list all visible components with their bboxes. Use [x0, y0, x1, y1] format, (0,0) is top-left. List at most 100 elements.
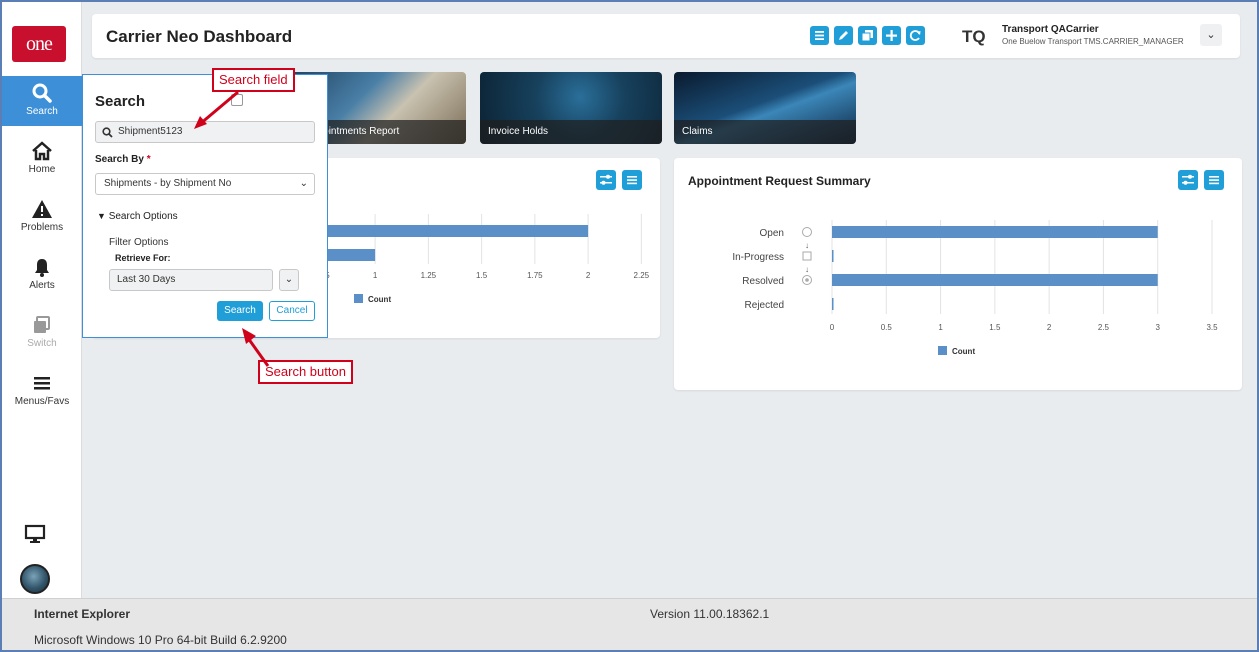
tile-caption: Claims — [674, 120, 856, 144]
tile-invoice-holds[interactable]: Invoice Holds — [480, 72, 662, 144]
chevron-down-icon: ⌄ — [284, 274, 294, 285]
nav-item-label: Search — [26, 106, 58, 117]
nav-item-switch[interactable]: Switch — [2, 308, 82, 358]
copy-icon — [861, 30, 873, 42]
tile-caption: Invoice Holds — [480, 120, 662, 144]
search-icon — [102, 127, 113, 138]
search-input-value: Shipment5123 — [118, 126, 183, 137]
status-bar: Internet Explorer Version 11.00.18362.1 … — [2, 598, 1257, 650]
nav-item-home[interactable]: Home — [2, 134, 82, 184]
filter-options-label: Filter Options — [109, 237, 169, 248]
required-mark: * — [146, 154, 151, 165]
nav-item-label: Menus/Favs — [14, 396, 70, 407]
list-icon — [815, 31, 824, 40]
category-label: Open — [760, 228, 784, 239]
refresh-button[interactable] — [906, 26, 925, 45]
browser-name: Internet Explorer — [34, 607, 131, 621]
copy-button[interactable] — [858, 26, 877, 45]
x-tick-label: 1.5 — [989, 323, 1001, 332]
status-in-progress-icon — [802, 251, 812, 261]
x-tick-label: 1.75 — [527, 271, 543, 280]
os-info: Microsoft Windows 10 Pro 64-bit Build 6.… — [34, 633, 287, 647]
retrieve-for-dropdown-button[interactable]: ⌄ — [279, 269, 299, 291]
nav-item-menus-favs[interactable]: Menus/Favs — [2, 366, 82, 416]
annotation-search-field: Search field — [212, 68, 295, 92]
category-label: In-Progress — [732, 252, 784, 263]
legend-swatch — [938, 346, 947, 355]
nav-item-label: Problems — [20, 222, 64, 233]
user-menu-dropdown[interactable]: ⌄ — [1200, 24, 1222, 46]
user-role: One Buelow Transport TMS.CARRIER_MANAGER — [1002, 37, 1184, 46]
retrieve-for-select[interactable]: Last 30 Days — [109, 269, 273, 291]
x-tick-label: 3.5 — [1206, 323, 1218, 332]
chart-card-appointment-summary: Appointment Request Summary 0 0.5 1 1.5 2 2.5… — [674, 158, 1242, 390]
x-tick-label: 2 — [1047, 323, 1052, 332]
category-label: Rejected — [745, 300, 784, 311]
bar — [832, 274, 1158, 286]
menu-icon — [34, 377, 50, 390]
one-logo[interactable]: one — [12, 26, 66, 62]
x-tick-label: 1.25 — [421, 271, 437, 280]
legend-label: Count — [368, 295, 391, 304]
left-nav: one Search Home Problems Alerts Switch M… — [2, 2, 82, 598]
nav-item-label: Switch — [27, 338, 57, 349]
x-tick-label: 2 — [586, 271, 591, 280]
search-by-value: Shipments - by Shipment No — [104, 178, 232, 189]
monitor-icon[interactable] — [24, 524, 46, 544]
status-open-icon — [802, 227, 812, 237]
search-by-label: Search By * — [95, 154, 151, 165]
annotation-arrow-search-button — [242, 328, 270, 367]
annotation-arrow-search-field — [194, 90, 239, 129]
warning-icon — [32, 200, 52, 218]
edit-button[interactable] — [834, 26, 853, 45]
search-icon — [32, 83, 52, 103]
list-button[interactable] — [810, 26, 829, 45]
nav-item-problems[interactable]: Problems — [2, 192, 82, 242]
x-tick-label: 1 — [373, 271, 378, 280]
arrow-down-icon: ↓ — [805, 265, 809, 274]
nav-item-search[interactable]: Search — [2, 76, 82, 126]
user-initials[interactable]: TQ — [962, 27, 986, 47]
nav-item-alerts[interactable]: Alerts — [2, 250, 82, 300]
caret-down-icon: ▼ — [97, 211, 106, 221]
bar — [832, 250, 834, 262]
nav-item-label: Home — [28, 164, 56, 175]
x-tick-label: 3 — [1155, 323, 1160, 332]
home-icon — [32, 141, 52, 161]
bar — [832, 226, 1158, 238]
search-by-select[interactable]: Shipments - by Shipment No ⌄ — [95, 173, 315, 195]
arrow-down-icon: ↓ — [805, 241, 809, 250]
x-tick-label: 2.25 — [634, 271, 650, 280]
search-button[interactable]: Search — [217, 301, 263, 321]
x-tick-label: 0 — [830, 323, 835, 332]
edit-icon — [839, 31, 848, 40]
cancel-button[interactable]: Cancel — [269, 301, 315, 321]
plus-icon — [886, 30, 897, 41]
bar-chart-appointment-summary: 0 0.5 1 1.5 2 2.5 3 3.5 Open In-Progress Resolved R… — [732, 220, 1218, 356]
retrieve-for-label: Retrieve For: — [115, 253, 171, 263]
bell-icon — [35, 259, 49, 277]
bar — [832, 298, 834, 310]
legend-label: Count — [952, 347, 975, 356]
chevron-down-icon: ⌄ — [1206, 29, 1216, 41]
nav-item-label: Alerts — [29, 280, 55, 291]
search-options-toggle[interactable]: ▼ Search Options — [97, 211, 178, 222]
x-tick-label: 2.5 — [1098, 323, 1110, 332]
x-tick-label: 1 — [938, 323, 943, 332]
add-button[interactable] — [882, 26, 901, 45]
search-panel-title: Search — [95, 93, 146, 110]
chevron-down-icon: ⌄ — [299, 178, 308, 189]
browser-version: Version 11.00.18362.1 — [650, 607, 770, 621]
status-resolved-dot — [805, 278, 809, 282]
search-by-text: Search By — [95, 154, 144, 165]
user-name: Transport QACarrier — [1002, 24, 1099, 35]
tile-claims[interactable]: Claims — [674, 72, 856, 144]
header-bar: Carrier Neo Dashboard TQ Transport QACar… — [92, 14, 1240, 58]
refresh-icon — [909, 30, 921, 41]
search-options-label: Search Options — [108, 211, 178, 222]
retrieve-for-value: Last 30 Days — [117, 274, 176, 285]
category-label: Resolved — [742, 276, 784, 287]
x-tick-label: 1.5 — [476, 271, 488, 280]
avatar[interactable] — [20, 564, 50, 594]
switch-icon — [34, 316, 50, 333]
